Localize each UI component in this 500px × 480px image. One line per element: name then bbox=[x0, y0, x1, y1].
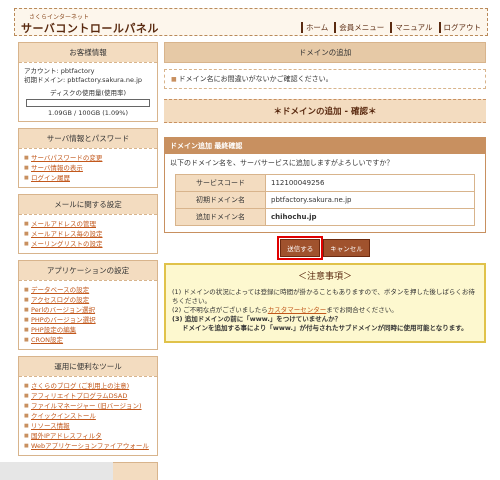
confirm-title: ドメイン追加 最終確認 bbox=[165, 138, 485, 154]
sidebar-section-title: サーバ情報とパスワード bbox=[19, 129, 157, 148]
caution-line-2-post: までお問合せください。 bbox=[326, 306, 398, 314]
section-title: ＊ドメインの追加 - 確認＊ bbox=[164, 99, 486, 123]
table-row: サービスコード 112100049256 bbox=[175, 174, 475, 192]
caution-line-1: (1) ドメインの状況によっては登録に時間が掛かることもありますので、ボタンを押… bbox=[172, 288, 475, 305]
cancel-button[interactable]: キャンセル bbox=[323, 239, 370, 257]
sidebar-item-password-change[interactable]: サーバパスワードの変更 bbox=[24, 153, 152, 163]
domain-label: 初期ドメイン: bbox=[24, 76, 66, 84]
confirm-box: ドメイン追加 最終確認 以下のドメイン名を、サーバサービスに追加しますがよろしい… bbox=[164, 137, 486, 233]
sidebar-item-affiliate[interactable]: アフィリエイトプログラムDSAD bbox=[24, 391, 152, 401]
sidebar-item-cron[interactable]: CRON設定 bbox=[24, 335, 152, 345]
sidebar-section-mail: メールに関する設定 メールアドレスの管理 メールアドレス毎の設定 メーリングリス… bbox=[18, 194, 158, 254]
sidebar-item-file-manager[interactable]: ファイルマネージャー (旧バージョン) bbox=[24, 401, 152, 411]
sidebar-section-server: サーバ情報とパスワード サーバパスワードの変更 サーバ情報の表示 ログイン履歴 bbox=[18, 128, 158, 188]
row-value: chihochu.jp bbox=[265, 208, 475, 226]
row-value: pbtfactory.sakura.ne.jp bbox=[265, 191, 475, 209]
sidebar-item-mail-settings[interactable]: メールアドレス毎の設定 bbox=[24, 229, 152, 239]
sidebar-item-ip-filter[interactable]: 国外IPアドレスフィルタ bbox=[24, 431, 152, 441]
customer-info-title: お客様情報 bbox=[19, 43, 157, 62]
row-label: 追加ドメイン名 bbox=[175, 208, 266, 226]
disk-usage-value: 1.09GB / 100GB (1.09%) bbox=[48, 109, 128, 117]
sidebar-section-title: メールに関する設定 bbox=[19, 195, 157, 214]
domain-value: pbtfactory.sakura.ne.jp bbox=[67, 76, 143, 84]
caution-box: ＜注意事項＞ (1) ドメインの状況によっては登録に時間が掛かることもありますの… bbox=[164, 263, 486, 343]
submit-button[interactable]: 送信する bbox=[277, 236, 324, 260]
logo[interactable]: サーバコントロールパネル bbox=[21, 20, 159, 36]
disk-usage-bar bbox=[26, 99, 150, 107]
table-row: 初期ドメイン名 pbtfactory.sakura.ne.jp bbox=[175, 191, 475, 209]
caution-line-2-pre: (2) ご不明な点がございましたら bbox=[172, 306, 268, 314]
row-label: 初期ドメイン名 bbox=[175, 191, 266, 209]
sidebar-item-access-log[interactable]: アクセスログの設定 bbox=[24, 295, 152, 305]
customer-info-box: お客様情報 アカウント: pbtfactory 初期ドメイン: pbtfacto… bbox=[18, 42, 158, 122]
nav-logout[interactable]: ログアウト bbox=[438, 22, 481, 33]
header: さくらインターネット サーバコントロールパネル ホーム 会員メニュー マニュアル… bbox=[14, 8, 488, 36]
notice-text: ドメイン名にお間違いがないかご確認ください。 bbox=[164, 69, 486, 89]
caution-line-4: ドメインを追加する事により「www.」が付与されたサブドメインが同時に使用可能と… bbox=[182, 324, 468, 332]
sidebar-item-resource-info[interactable]: リソース情報 bbox=[24, 421, 152, 431]
row-label: サービスコード bbox=[175, 174, 266, 192]
sidebar-section-title: アプリケーションの設定 bbox=[19, 261, 157, 280]
sidebar-item-php-version[interactable]: PHPのバージョン選択 bbox=[24, 315, 152, 325]
button-group: 送信する キャンセル bbox=[164, 236, 486, 260]
caution-line-3: (3) 追加ドメインの前に「www.」をつけていませんか？ bbox=[172, 315, 342, 323]
sidebar-section-tools: 運用に便利なツール さくらのブログ (ご利用上の注意) アフィリエイトプログラム… bbox=[18, 356, 158, 456]
disk-usage-label: ディスクの使用量(使用率) bbox=[49, 89, 127, 97]
main-content: ドメインの追加 ドメイン名にお間違いがないかご確認ください。 ＊ドメインの追加 … bbox=[164, 42, 486, 343]
confirm-description: 以下のドメイン名を、サーバサービスに追加しますがよろしいですか？ bbox=[170, 159, 394, 167]
row-value: 112100049256 bbox=[265, 174, 475, 192]
caution-title: ＜注意事項＞ bbox=[297, 272, 352, 282]
sidebar: お客様情報 アカウント: pbtfactory 初期ドメイン: pbtfacto… bbox=[18, 42, 158, 480]
page-title: ドメインの追加 bbox=[164, 42, 486, 63]
nav-member-menu[interactable]: 会員メニュー bbox=[334, 22, 384, 33]
customer-info-body: アカウント: pbtfactory 初期ドメイン: pbtfactory.sak… bbox=[19, 62, 157, 121]
sidebar-item-login-history[interactable]: ログイン履歴 bbox=[24, 173, 152, 183]
sidebar-item-blog[interactable]: さくらのブログ (ご利用上の注意) bbox=[24, 381, 152, 391]
sidebar-item-mailing-list[interactable]: メーリングリストの設定 bbox=[24, 239, 152, 249]
top-nav: ホーム 会員メニュー マニュアル ログアウト bbox=[300, 22, 481, 33]
customer-center-link[interactable]: カスタマーセンター bbox=[268, 306, 327, 314]
sidebar-item-php-settings[interactable]: PHP設定の編集 bbox=[24, 325, 152, 335]
account-label: アカウント: bbox=[24, 67, 59, 75]
caution-line-2: (2) ご不明な点がございましたらカスタマーセンターまでお問合せください。 bbox=[172, 306, 478, 315]
confirm-table: サービスコード 112100049256 初期ドメイン名 pbtfactory.… bbox=[175, 174, 475, 226]
sidebar-item-server-info[interactable]: サーバ情報の表示 bbox=[24, 163, 152, 173]
status-overlay bbox=[0, 462, 113, 480]
sidebar-item-perl-version[interactable]: Perlのバージョン選択 bbox=[24, 305, 152, 315]
nav-manual[interactable]: マニュアル bbox=[390, 22, 433, 33]
sidebar-section-title: 運用に便利なツール bbox=[19, 357, 157, 376]
sidebar-item-database[interactable]: データベースの設定 bbox=[24, 285, 152, 295]
sidebar-item-mail-manage[interactable]: メールアドレスの管理 bbox=[24, 219, 152, 229]
table-row: 追加ドメイン名 chihochu.jp bbox=[175, 208, 475, 226]
account-value: pbtfactory bbox=[60, 67, 95, 75]
sidebar-item-waf[interactable]: Webアプリケーションファイアウォール bbox=[24, 441, 152, 451]
sidebar-section-apps: アプリケーションの設定 データベースの設定 アクセスログの設定 Perlのバージ… bbox=[18, 260, 158, 350]
sidebar-item-quick-install[interactable]: クイックインストール bbox=[24, 411, 152, 421]
nav-home[interactable]: ホーム bbox=[300, 22, 328, 33]
